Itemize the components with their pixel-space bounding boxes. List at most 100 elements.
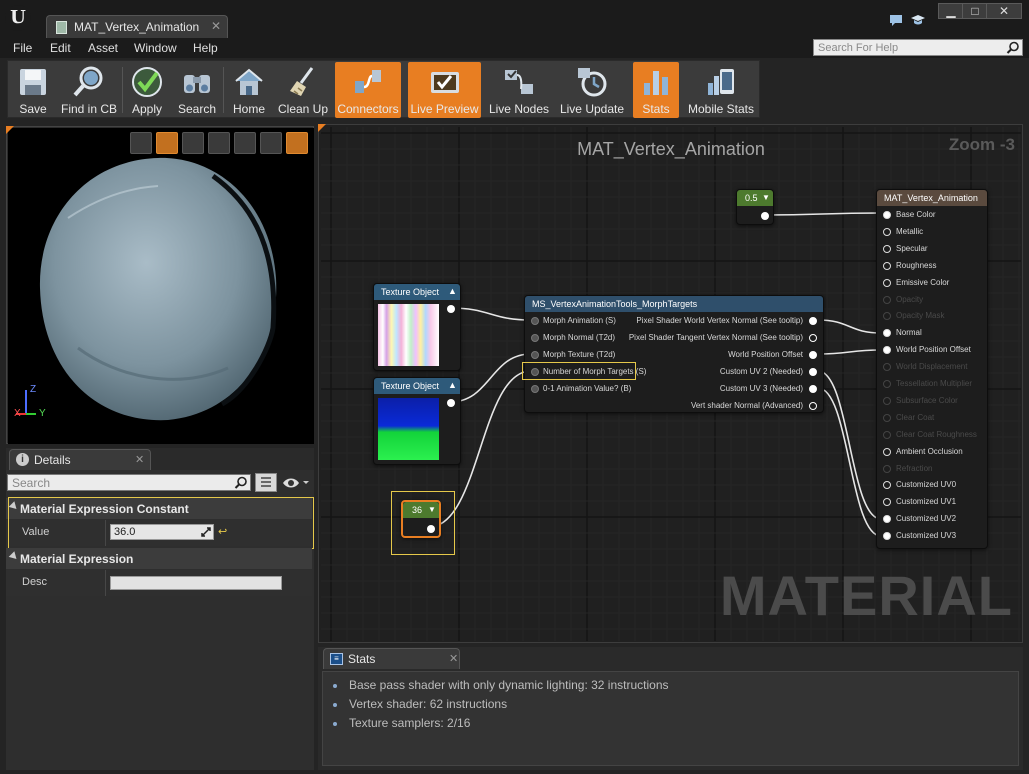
output-pin[interactable] [809, 334, 817, 342]
stats-tab[interactable]: ≡ Stats ✕ [323, 648, 460, 669]
cube-preview-icon[interactable] [208, 132, 230, 154]
collapse-triangle-icon[interactable]: ▼ [762, 193, 770, 202]
toolbar-live-nodes-button[interactable]: Live Nodes [486, 62, 552, 118]
input-pin[interactable] [883, 278, 891, 287]
node-material-result[interactable]: MAT_Vertex_Animation Base Color Metallic S… [876, 189, 988, 549]
input-pin[interactable] [883, 515, 891, 524]
menu-window[interactable]: Window [134, 41, 177, 55]
input-pin[interactable] [883, 363, 891, 372]
find-in-cb-icon [73, 66, 103, 97]
menu-help[interactable]: Help [193, 41, 218, 55]
morph-output-row[interactable]: Pixel Shader World Vertex Normal (See to… [539, 316, 819, 326]
collapse-triangle-icon[interactable]: ▼ [428, 505, 436, 514]
details-tab[interactable]: i Details ✕ [9, 449, 151, 470]
stats-tab-label: Stats [348, 652, 376, 666]
input-pin[interactable] [883, 396, 891, 405]
input-pin[interactable] [883, 261, 891, 270]
node-constant-0-5[interactable]: 0.5 ▼ [736, 189, 774, 225]
input-pin[interactable] [883, 464, 891, 473]
input-pin[interactable] [883, 413, 891, 422]
input-pin[interactable] [883, 430, 891, 439]
close-window-button[interactable]: ✕ [986, 3, 1022, 19]
node-texture-object-2[interactable]: Texture Object ▲ [373, 377, 461, 465]
menu-edit[interactable]: Edit [50, 41, 71, 55]
toolbar-find-in-cb-button[interactable]: Find in CB [58, 62, 120, 118]
preview-viewport[interactable]: Z X Y [8, 128, 314, 444]
learn-icon[interactable] [910, 12, 926, 28]
pin-label: Clear Coat Roughness [896, 429, 977, 439]
toolbar-apply-button[interactable]: Apply [125, 62, 169, 118]
unreal-logo-icon: U [5, 5, 31, 31]
help-search-input[interactable]: Search For Help [813, 39, 1023, 56]
toolbar-connectors-button[interactable]: Connectors [335, 62, 401, 118]
output-pin[interactable] [809, 317, 817, 325]
morph-output-row[interactable]: Custom UV 3 (Needed) [539, 384, 819, 394]
collapse-triangle-icon[interactable]: ▲ [448, 380, 457, 390]
output-pin[interactable] [427, 525, 435, 533]
output-pin[interactable] [809, 402, 817, 410]
property-splitter[interactable] [105, 570, 106, 596]
grid-toggle-icon[interactable] [260, 132, 282, 154]
input-pin[interactable] [883, 329, 891, 338]
visibility-eye-icon[interactable] [281, 475, 311, 491]
input-pin[interactable] [883, 211, 891, 219]
toolbar-home-button[interactable]: Home [226, 62, 272, 118]
pin-label: Customized UV0 [896, 480, 957, 490]
morph-output-row[interactable]: World Position Offset [539, 350, 819, 360]
toolbar-live-update-button[interactable]: Live Update [557, 62, 627, 118]
input-pin[interactable] [883, 498, 891, 507]
document-tab[interactable]: MAT_Vertex_Animation ✕ [46, 15, 228, 38]
node-morph-targets-function[interactable]: MS_VertexAnimationTools_MorphTargets Mor… [524, 295, 824, 413]
node-header: MAT_Vertex_Animation [877, 190, 987, 206]
toolbar-save-button[interactable]: Save [10, 62, 56, 118]
toolbar-mobile-stats-button[interactable]: Mobile Stats [685, 62, 757, 118]
details-search-input[interactable]: Search [7, 474, 251, 491]
toolbar-live-preview-button[interactable]: Live Preview [408, 62, 481, 118]
input-pin[interactable] [883, 312, 891, 321]
input-pin[interactable] [883, 244, 891, 253]
output-pin[interactable] [809, 351, 817, 359]
pin-label: Custom UV 3 (Needed) [719, 384, 803, 393]
minimize-button[interactable]: ▁ [938, 3, 964, 19]
realtime-toggle-icon[interactable] [286, 132, 308, 154]
morph-output-row[interactable]: Vert shader Normal (Advanced) [539, 401, 819, 411]
output-pin[interactable] [447, 399, 455, 407]
maximize-button[interactable]: □ [962, 3, 988, 19]
input-pin[interactable] [883, 532, 891, 541]
input-pin[interactable] [531, 385, 539, 393]
toolbar-stats-button[interactable]: Stats [633, 62, 679, 118]
category-material-expression[interactable]: Material Expression [6, 548, 312, 569]
output-pin[interactable] [809, 368, 817, 376]
input-pin[interactable] [883, 481, 891, 490]
input-pin[interactable] [531, 351, 539, 359]
output-pin[interactable] [761, 212, 769, 220]
stats-tab-close-icon[interactable]: ✕ [449, 652, 458, 665]
input-pin[interactable] [531, 334, 539, 342]
output-pin[interactable] [447, 305, 455, 313]
material-graph[interactable]: MAT_Vertex_Animation Zoom -3 MATERIAL 0.… [321, 127, 1021, 641]
output-pin[interactable] [809, 385, 817, 393]
document-tab-close-icon[interactable]: ✕ [211, 19, 221, 33]
menu-asset[interactable]: Asset [88, 41, 118, 55]
details-tab-close-icon[interactable]: ✕ [135, 453, 144, 466]
input-pin[interactable] [531, 317, 539, 325]
input-pin[interactable] [883, 346, 891, 355]
morph-output-row[interactable]: Pixel Shader Tangent Vertex Normal (See … [539, 333, 819, 343]
feedback-icon[interactable] [888, 12, 904, 28]
sphere-preview-icon[interactable] [156, 132, 178, 154]
input-pin[interactable] [883, 227, 891, 236]
input-pin[interactable] [883, 447, 891, 456]
node-constant-36[interactable]: 36 ▼ [401, 500, 441, 538]
input-pin[interactable] [883, 295, 891, 304]
input-pin[interactable] [883, 380, 891, 388]
view-options-list-icon[interactable] [255, 473, 277, 492]
desc-text-input[interactable] [110, 576, 282, 590]
plane-preview-icon[interactable] [182, 132, 204, 154]
toolbar-clean-up-button[interactable]: Clean Up [275, 62, 331, 118]
collapse-triangle-icon[interactable]: ▲ [448, 286, 457, 296]
menu-file[interactable]: File [13, 41, 32, 55]
node-texture-object-1[interactable]: Texture Object ▲ [373, 283, 461, 371]
toolbar-search-button[interactable]: Search [173, 62, 221, 118]
cylinder-preview-icon[interactable] [130, 132, 152, 154]
mesh-preview-icon[interactable] [234, 132, 256, 154]
